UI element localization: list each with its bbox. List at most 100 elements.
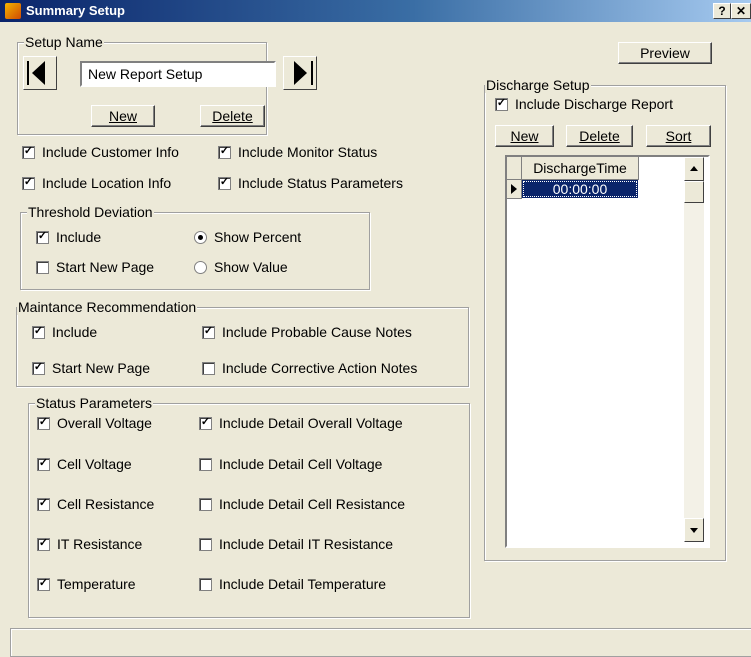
checkbox-label: Cell Voltage [57, 456, 132, 472]
radio-dot [194, 260, 207, 274]
checkbox-label: Cell Resistance [57, 496, 155, 512]
corrective-action-checkbox[interactable]: Include Corrective Action Notes [202, 360, 417, 376]
scroll-up-button[interactable] [684, 157, 704, 181]
preview-button[interactable]: Preview [618, 42, 712, 64]
current-row-arrow-icon [511, 184, 517, 194]
maintenance-include-checkbox[interactable]: Include [32, 324, 97, 340]
checkbox-label: Start New Page [56, 259, 155, 275]
detail-temperature-checkbox[interactable]: Include Detail Temperature [199, 576, 386, 592]
checkbox-label: Include Corrective Action Notes [222, 360, 418, 376]
app-icon [5, 3, 21, 19]
include-monitor-status-checkbox[interactable]: Include Monitor Status [218, 144, 377, 160]
checkbox-box [32, 325, 45, 339]
close-button[interactable]: ✕ [731, 3, 751, 19]
checkbox-box [37, 537, 50, 551]
checkbox-box [37, 577, 50, 591]
next-setup-button[interactable] [283, 56, 317, 90]
discharge-delete-label: Delete [579, 128, 620, 144]
show-percent-radio[interactable]: Show Percent [194, 229, 301, 245]
checkbox-box [199, 537, 212, 551]
scroll-down-button[interactable] [684, 518, 704, 542]
discharge-sort-button[interactable]: Sort [646, 125, 711, 147]
probable-cause-checkbox[interactable]: Include Probable Cause Notes [202, 324, 412, 340]
cell-voltage-checkbox[interactable]: Cell Voltage [37, 456, 132, 472]
checkbox-box [36, 260, 49, 274]
checkbox-box [22, 145, 35, 159]
delete-setup-label: Delete [212, 108, 253, 124]
dialog-body: Setup Name New Report Setup New Delete P… [0, 22, 751, 657]
new-setup-label: New [108, 108, 137, 124]
discharge-time-cell[interactable]: 00:00:00 [522, 180, 638, 198]
checkbox-box [37, 457, 50, 471]
overall-voltage-checkbox[interactable]: Overall Voltage [37, 415, 152, 431]
checkbox-box [199, 497, 212, 511]
checkbox-box [218, 176, 231, 190]
detail-cell-voltage-checkbox[interactable]: Include Detail Cell Voltage [199, 456, 382, 472]
help-button[interactable]: ? [713, 3, 731, 19]
radio-label: Show Percent [214, 229, 302, 245]
grid-corner [507, 157, 522, 180]
it-resistance-checkbox[interactable]: IT Resistance [37, 536, 142, 552]
include-location-info-checkbox[interactable]: Include Location Info [22, 175, 171, 191]
checkbox-label: Include Detail Cell Voltage [219, 456, 383, 472]
temperature-checkbox[interactable]: Temperature [37, 576, 136, 592]
setup-name-input[interactable]: New Report Setup [80, 61, 276, 87]
cell-resistance-checkbox[interactable]: Cell Resistance [37, 496, 154, 512]
checkbox-label: Include Probable Cause Notes [222, 324, 412, 340]
discharge-sort-label: Sort [665, 128, 692, 144]
new-setup-button[interactable]: New [91, 105, 155, 127]
setup-name-title: Setup Name [24, 34, 104, 50]
status-bar [10, 628, 751, 657]
checkbox-label: IT Resistance [57, 536, 143, 552]
checkbox-label: Include [56, 229, 102, 245]
scroll-up-icon [690, 166, 698, 171]
previous-setup-button[interactable] [23, 56, 57, 90]
maintenance-start-new-page-checkbox[interactable]: Start New Page [32, 360, 150, 376]
show-value-radio[interactable]: Show Value [194, 259, 288, 275]
checkbox-box [199, 457, 212, 471]
radio-dot [194, 230, 207, 244]
discharge-time-grid[interactable]: DischargeTime 00:00:00 [505, 155, 710, 548]
checkbox-box [495, 97, 508, 111]
include-discharge-report-checkbox[interactable]: Include Discharge Report [495, 96, 673, 112]
delete-setup-button[interactable]: Delete [200, 105, 265, 127]
threshold-include-checkbox[interactable]: Include [36, 229, 101, 245]
scroll-thumb[interactable] [684, 181, 704, 203]
discharge-setup-title: Discharge Setup [485, 77, 591, 93]
title-bar[interactable]: Summary Setup ? ✕ [0, 0, 751, 22]
checkbox-box [32, 361, 45, 375]
checkbox-label: Include Customer Info [42, 144, 179, 160]
discharge-new-button[interactable]: New [495, 125, 554, 147]
arrow-left-icon [27, 61, 45, 85]
status-parameters-title: Status Parameters [35, 395, 153, 411]
discharge-time-header[interactable]: DischargeTime [522, 157, 639, 180]
checkbox-label: Overall Voltage [57, 415, 152, 431]
vertical-scrollbar[interactable] [684, 157, 704, 542]
checkbox-box [218, 145, 231, 159]
checkbox-label: Include Detail IT Resistance [219, 536, 394, 552]
checkbox-box [36, 230, 49, 244]
checkbox-box [202, 361, 215, 375]
detail-cell-resistance-checkbox[interactable]: Include Detail Cell Resistance [199, 496, 405, 512]
checkbox-label: Include [52, 324, 98, 340]
threshold-start-new-page-checkbox[interactable]: Start New Page [36, 259, 154, 275]
discharge-delete-button[interactable]: Delete [566, 125, 633, 147]
include-status-parameters-checkbox[interactable]: Include Status Parameters [218, 175, 403, 191]
checkbox-label: Include Detail Temperature [219, 576, 387, 592]
checkbox-box [199, 416, 212, 430]
discharge-new-label: New [510, 128, 539, 144]
threshold-deviation-group: Threshold Deviation [20, 204, 370, 290]
checkbox-label: Include Detail Overall Voltage [219, 415, 403, 431]
radio-label: Show Value [214, 259, 288, 275]
checkbox-label: Include Discharge Report [515, 96, 673, 112]
window-title: Summary Setup [26, 3, 125, 18]
detail-it-resistance-checkbox[interactable]: Include Detail IT Resistance [199, 536, 393, 552]
checkbox-box [37, 497, 50, 511]
detail-overall-voltage-checkbox[interactable]: Include Detail Overall Voltage [199, 415, 403, 431]
include-customer-info-checkbox[interactable]: Include Customer Info [22, 144, 179, 160]
checkbox-label: Start New Page [52, 360, 151, 376]
maintenance-recommendation-title: Maintance Recommendation [17, 299, 198, 315]
checkbox-label: Include Monitor Status [238, 144, 378, 160]
checkbox-box [22, 176, 35, 190]
threshold-deviation-title: Threshold Deviation [27, 204, 154, 220]
